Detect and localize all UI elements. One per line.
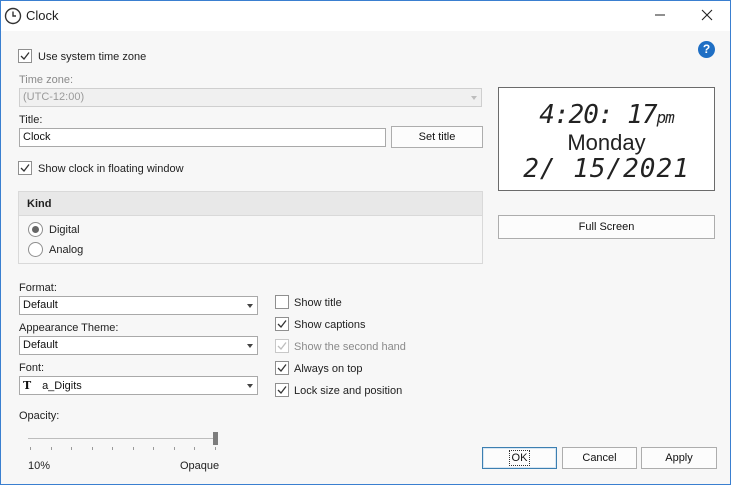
analog-radio-label: Analog bbox=[49, 244, 84, 256]
show-captions-label: Show captions bbox=[294, 319, 366, 331]
chevron-down-icon bbox=[471, 96, 477, 100]
chevron-down-icon bbox=[247, 384, 253, 388]
apply-button[interactable]: Apply bbox=[641, 447, 717, 469]
preview-day: Monday bbox=[567, 130, 646, 155]
show-second-hand-label: Show the second hand bbox=[294, 341, 406, 353]
floating-window-label: Show clock in floating window bbox=[38, 163, 184, 175]
preview-time-value: 4:20: 17 bbox=[539, 100, 657, 130]
theme-dropdown[interactable]: Default bbox=[19, 336, 258, 355]
set-title-button[interactable]: Set title bbox=[391, 126, 483, 148]
clock-preview: 4:20: 17pm Monday 2/ 15/2021 bbox=[498, 87, 715, 191]
preview-time: 4:20: 17pm bbox=[499, 100, 714, 130]
slider-tick bbox=[71, 447, 72, 450]
kind-header: Kind bbox=[19, 192, 482, 216]
full-screen-button[interactable]: Full Screen bbox=[498, 215, 715, 239]
always-on-top-label: Always on top bbox=[294, 363, 363, 375]
theme-label: Appearance Theme: bbox=[19, 322, 119, 334]
analog-radio[interactable] bbox=[28, 242, 43, 257]
slider-tick bbox=[92, 447, 93, 450]
font-dropdown[interactable]: T a_Digits bbox=[19, 376, 258, 395]
show-title-checkbox[interactable] bbox=[275, 295, 289, 309]
format-dropdown[interactable]: Default bbox=[19, 296, 258, 315]
timezone-value: (UTC-12:00) bbox=[23, 91, 85, 103]
lock-size-checkbox[interactable] bbox=[275, 383, 289, 397]
slider-tick bbox=[51, 447, 52, 450]
set-title-label: Set title bbox=[418, 131, 456, 143]
opacity-label: Opacity: bbox=[19, 410, 60, 422]
slider-tick bbox=[112, 447, 113, 450]
font-icon: T bbox=[23, 379, 32, 392]
theme-value: Default bbox=[23, 339, 58, 351]
slider-tick bbox=[153, 447, 154, 450]
opacity-slider[interactable] bbox=[28, 438, 217, 439]
title-label: Title: bbox=[19, 114, 43, 126]
slider-tick bbox=[30, 447, 31, 450]
full-screen-label: Full Screen bbox=[578, 221, 635, 233]
timezone-label: Time zone: bbox=[19, 74, 74, 86]
window-title: Clock bbox=[26, 8, 59, 23]
show-title-label: Show title bbox=[294, 297, 342, 309]
close-button[interactable] bbox=[684, 1, 730, 31]
lock-size-label: Lock size and position bbox=[294, 385, 403, 397]
digital-radio-label: Digital bbox=[49, 224, 80, 236]
apply-label: Apply bbox=[665, 452, 693, 464]
slider-tick bbox=[133, 447, 134, 450]
opacity-slider-thumb[interactable] bbox=[213, 432, 218, 445]
opacity-max-label: Opaque bbox=[180, 460, 220, 472]
radio-selected-dot bbox=[32, 226, 39, 233]
ok-label: OK bbox=[508, 450, 531, 466]
clock-icon bbox=[4, 7, 22, 25]
font-label: Font: bbox=[19, 362, 45, 374]
format-value: Default bbox=[23, 299, 58, 311]
close-icon bbox=[701, 9, 713, 24]
slider-tick bbox=[215, 447, 216, 450]
font-value: a_Digits bbox=[42, 380, 82, 392]
digital-radio[interactable] bbox=[28, 222, 43, 237]
always-on-top-checkbox[interactable] bbox=[275, 361, 289, 375]
chevron-down-icon bbox=[247, 304, 253, 308]
cancel-button[interactable]: Cancel bbox=[562, 447, 637, 469]
preview-ampm: pm bbox=[656, 108, 674, 127]
format-label: Format: bbox=[19, 282, 57, 294]
timezone-dropdown[interactable]: (UTC-12:00) bbox=[19, 88, 482, 107]
slider-tick bbox=[174, 447, 175, 450]
show-captions-checkbox[interactable] bbox=[275, 317, 289, 331]
kind-group: Kind Digital Analog bbox=[18, 191, 483, 264]
title-bar: Clock bbox=[1, 1, 730, 31]
floating-window-checkbox[interactable] bbox=[18, 161, 32, 175]
help-icon[interactable]: ? bbox=[698, 41, 715, 58]
opacity-min-label: 10% bbox=[28, 460, 51, 472]
use-system-tz-checkbox[interactable] bbox=[18, 49, 32, 63]
preview-date: 2/ 15/2021 bbox=[523, 154, 690, 184]
clock-settings-window: Clock ? Use system time zone Time zone: … bbox=[0, 0, 731, 485]
use-system-tz-label: Use system time zone bbox=[38, 51, 147, 63]
slider-tick bbox=[194, 447, 195, 450]
show-second-hand-checkbox[interactable] bbox=[275, 339, 289, 353]
title-input[interactable]: Clock bbox=[19, 128, 386, 147]
chevron-down-icon bbox=[247, 344, 253, 348]
title-input-value: Clock bbox=[23, 131, 51, 143]
minimize-icon bbox=[654, 9, 666, 24]
cancel-label: Cancel bbox=[582, 452, 617, 464]
minimize-button[interactable] bbox=[637, 1, 683, 31]
ok-button[interactable]: OK bbox=[482, 447, 557, 469]
